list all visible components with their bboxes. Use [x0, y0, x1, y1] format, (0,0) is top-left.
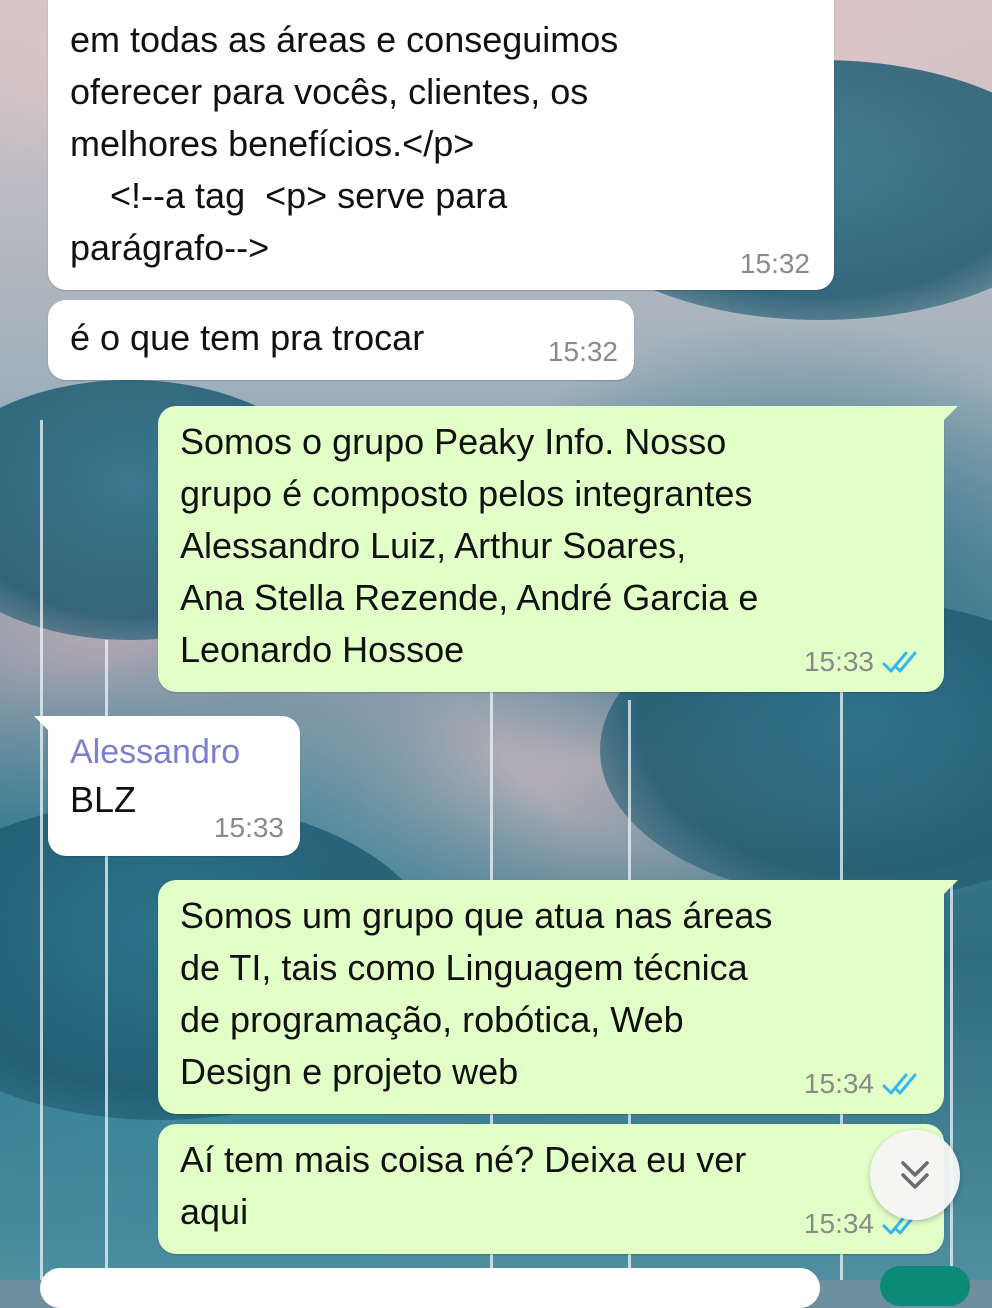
message-timestamp: 15:33 [803, 646, 874, 677]
message-timestamp: 15:32 [547, 336, 618, 367]
double-check-icon [882, 651, 917, 673]
message-meta: 15:33 [214, 812, 284, 844]
message-bubble-outgoing[interactable]: Aí tem mais coisa né? Deixa eu ver aqui … [158, 1124, 944, 1254]
message-meta: 15:33 [804, 646, 926, 678]
message-bubble-outgoing[interactable]: Somos o grupo Peaky Info. Nosso grupo é … [158, 406, 958, 692]
message-bubble-incoming[interactable]: em todas as áreas e conseguimos oferecer… [48, 0, 834, 290]
sender-name[interactable]: Alessandro [70, 730, 278, 774]
bubble-tail [936, 880, 958, 902]
bubble-tail [936, 406, 958, 428]
message-meta: 15:32 [548, 336, 618, 368]
message-input[interactable] [40, 1268, 820, 1308]
bubble-tail [34, 716, 56, 738]
chevron-down-double-icon [901, 1161, 929, 1189]
message-text: Somos o grupo Peaky Info. Nosso grupo é … [180, 421, 759, 670]
message-meta: 15:32 [740, 248, 810, 280]
double-check-icon [882, 1073, 917, 1095]
scroll-to-bottom-button[interactable] [870, 1130, 960, 1220]
message-text: em todas as áreas e conseguimos oferecer… [70, 19, 619, 268]
message-bubble-incoming[interactable]: Alessandro BLZ 15:33 [34, 716, 300, 856]
send-button[interactable] [880, 1266, 970, 1306]
message-text: Somos um grupo que atua nas áreas de TI,… [180, 895, 773, 1092]
message-timestamp: 15:34 [803, 1208, 874, 1239]
message-bubble-incoming[interactable]: é o que tem pra trocar 15:32 [48, 300, 634, 380]
message-timestamp: 15:34 [803, 1068, 874, 1099]
message-meta: 15:34 [804, 1068, 926, 1100]
message-timestamp: 15:33 [213, 812, 284, 843]
message-text: é o que tem pra trocar [70, 317, 425, 358]
message-bubble-outgoing[interactable]: Somos um grupo que atua nas áreas de TI,… [158, 880, 958, 1114]
message-timestamp: 15:32 [739, 248, 810, 279]
